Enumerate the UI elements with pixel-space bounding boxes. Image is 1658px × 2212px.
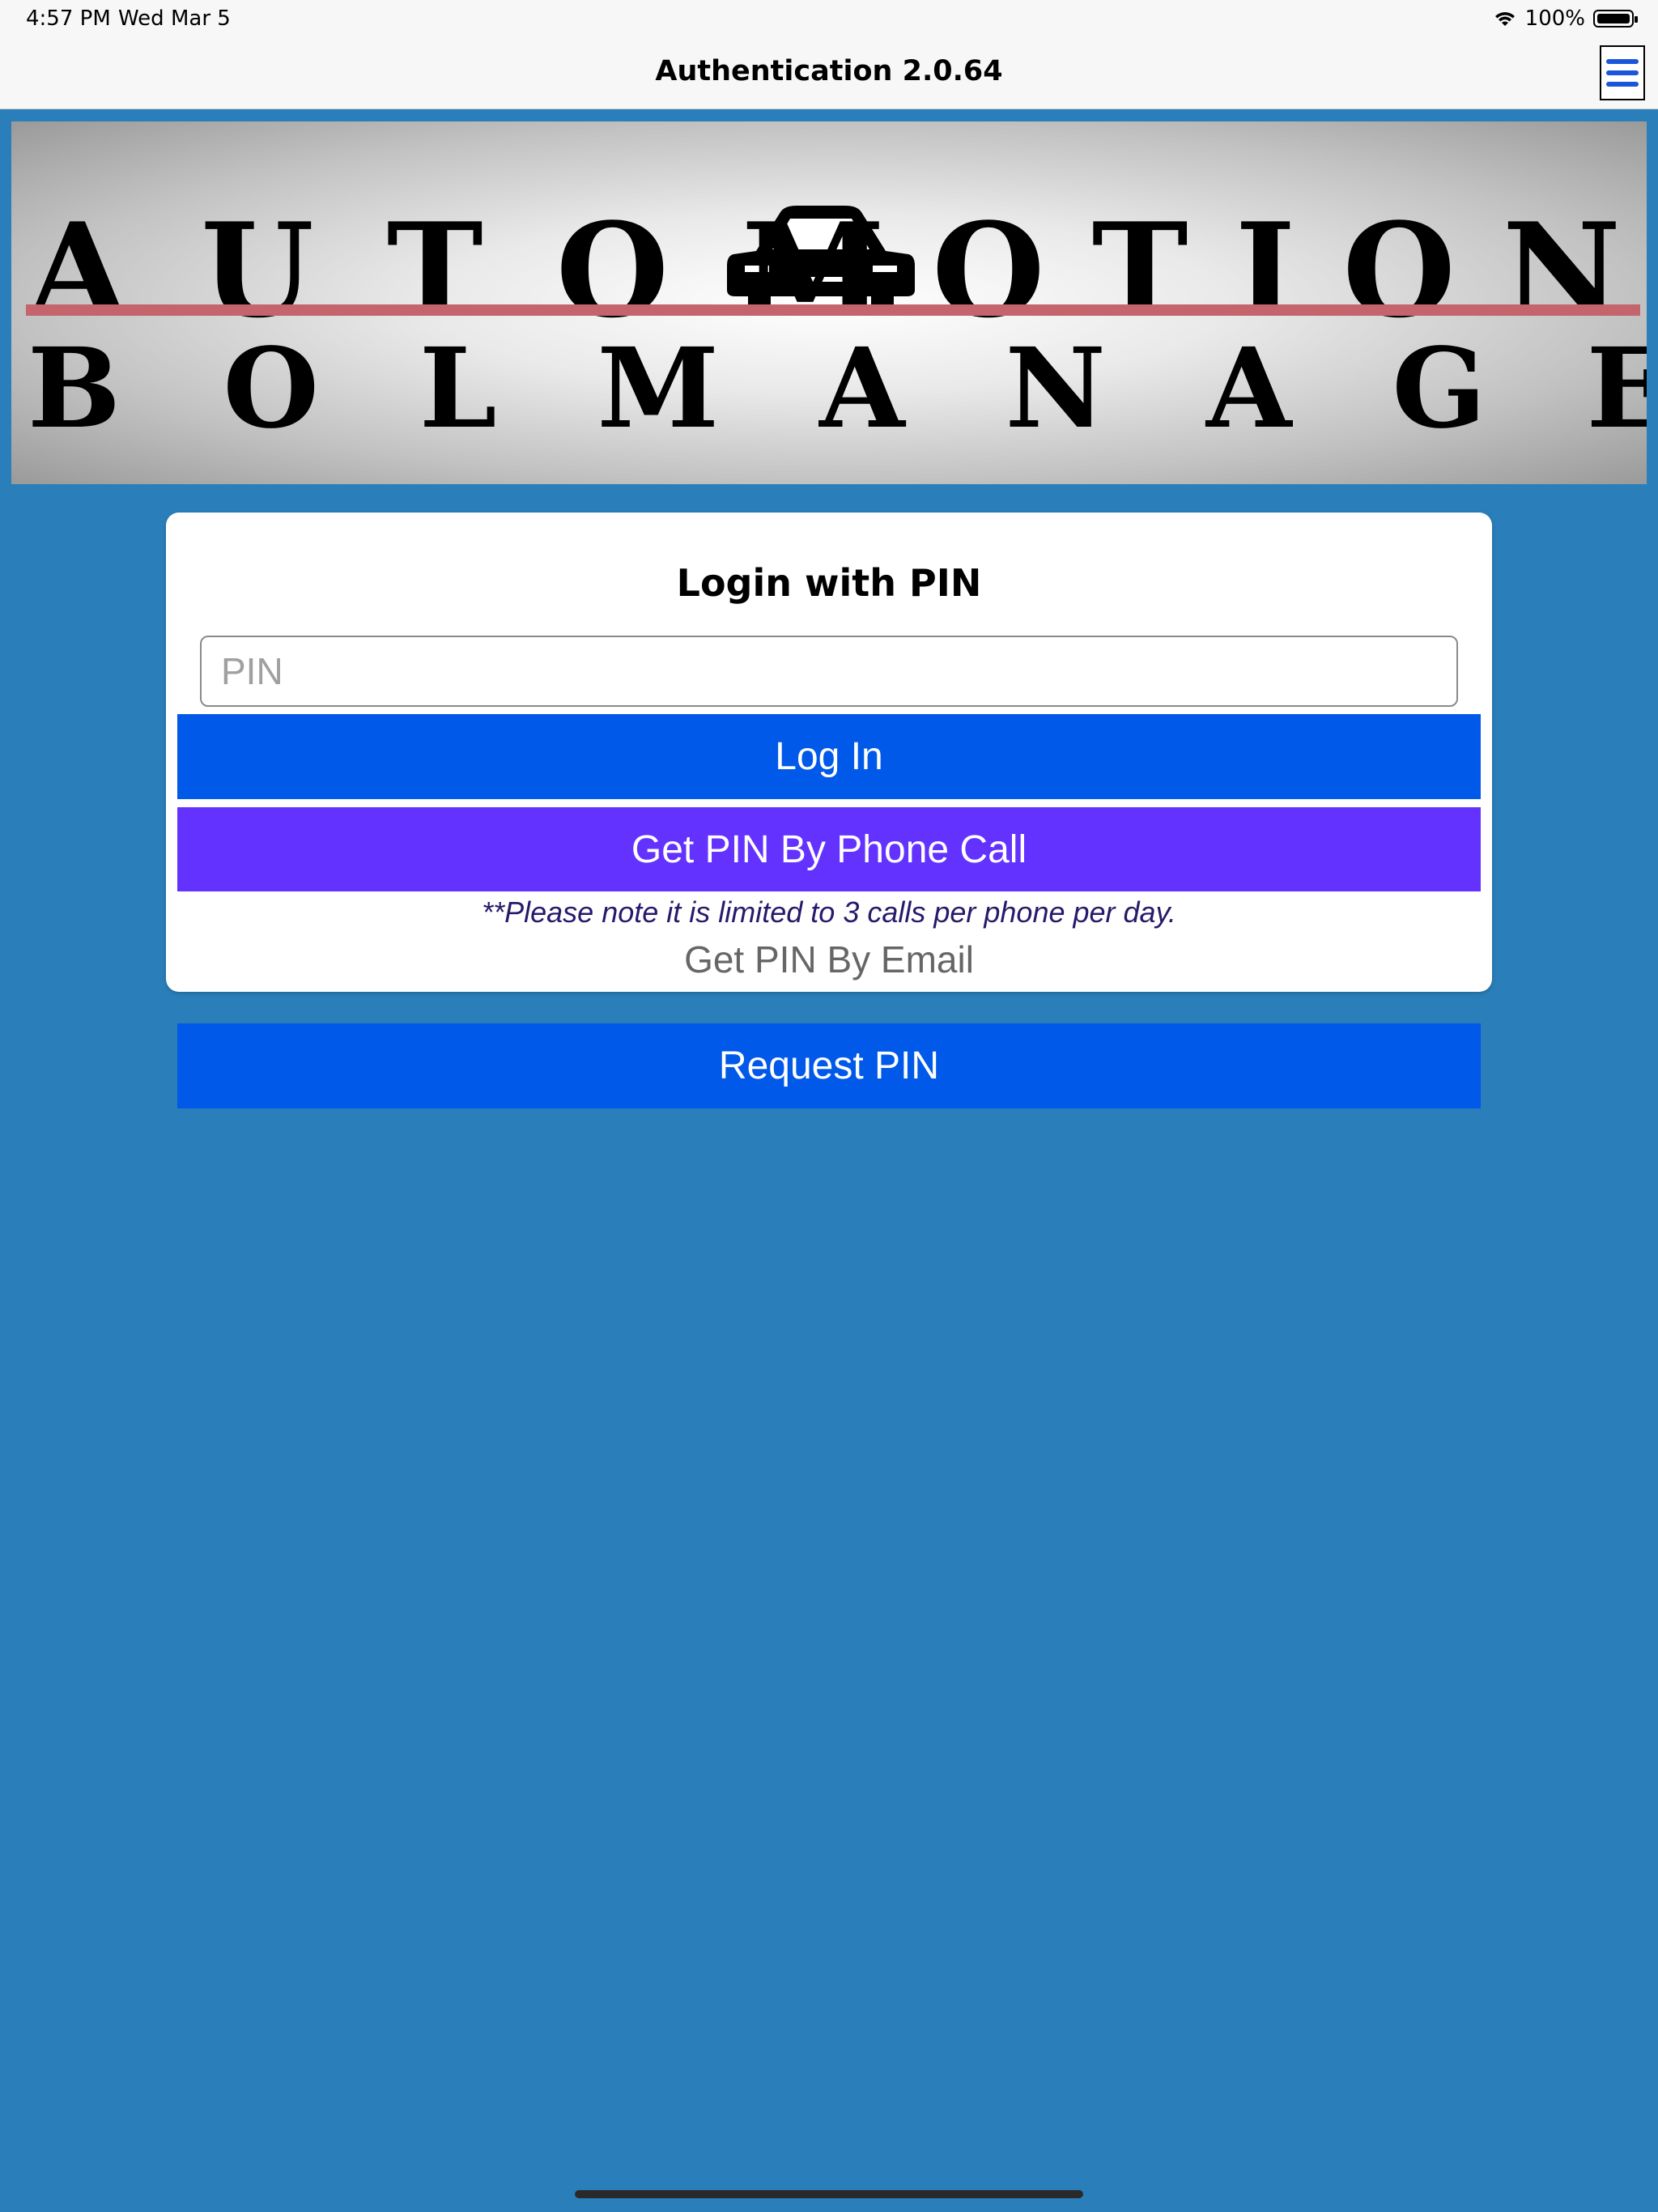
request-pin-button[interactable]: Request PIN	[177, 1023, 1481, 1108]
banner-underline	[26, 304, 1640, 316]
get-pin-email-link[interactable]: Get PIN By Email	[166, 938, 1492, 981]
pin-input[interactable]	[200, 636, 1458, 707]
login-title: Login with PIN	[676, 561, 982, 605]
wifi-icon	[1494, 12, 1515, 26]
hamburger-menu-icon	[1606, 59, 1639, 64]
navigation-bar: Authentication 2.0.64	[0, 39, 1658, 109]
page-title: Authentication 2.0.64	[655, 55, 1003, 87]
status-date: Wed Mar 5	[118, 6, 231, 31]
log-in-button[interactable]: Log In	[177, 714, 1481, 799]
banner-text-bolmanager: BOLMANAGER	[28, 324, 1647, 453]
status-indicators: 100%	[1493, 6, 1638, 31]
app-logo-banner: AUTO MOTION BOLMANAGER	[11, 121, 1647, 484]
battery-percent: 100%	[1524, 6, 1585, 31]
home-indicator[interactable]	[575, 2190, 1083, 2198]
banner-line-2: BOLMANAGER	[11, 324, 1647, 453]
call-limit-note: **Please note it is limited to 3 calls p…	[482, 895, 1176, 929]
hamburger-line	[1606, 82, 1639, 87]
battery-icon	[1593, 10, 1638, 28]
status-bar: 4:57 PM Wed Mar 5 100%	[0, 0, 1658, 39]
status-time: 4:57 PM	[26, 6, 111, 31]
hamburger-menu-button[interactable]	[1600, 45, 1645, 100]
login-card: Login with PIN Log In Get PIN By Phone C…	[166, 513, 1492, 992]
hamburger-line	[1606, 70, 1639, 75]
get-pin-phone-call-button[interactable]: Get PIN By Phone Call	[177, 807, 1481, 891]
